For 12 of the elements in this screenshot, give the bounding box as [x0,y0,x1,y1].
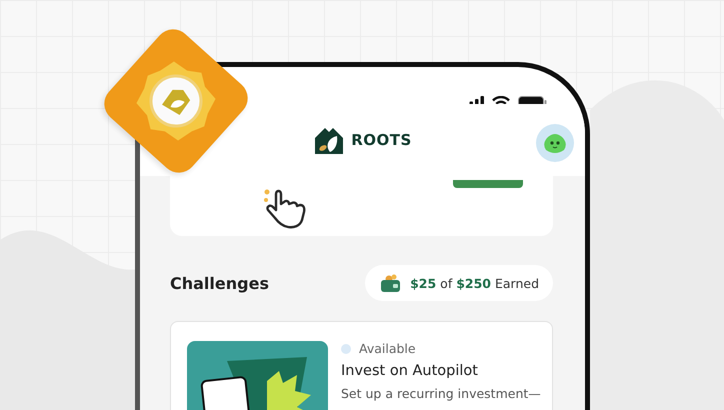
earned-text: $25 of $250 Earned [410,276,539,290]
challenge-card[interactable]: Available Invest on Autopilot Set up a recurring investment— [170,321,553,410]
status-dot [341,344,351,354]
section-title: Challenges [170,274,269,292]
avatar[interactable] [536,124,574,162]
challenge-description: Set up a recurring investment— [341,386,541,401]
house-leaf-icon [313,126,346,154]
action-button[interactable] [453,180,523,188]
status-label: Available [359,341,416,356]
monster-icon [543,132,567,154]
logo-text: ROOTS [351,131,412,149]
challenge-title: Invest on Autopilot [341,363,479,379]
